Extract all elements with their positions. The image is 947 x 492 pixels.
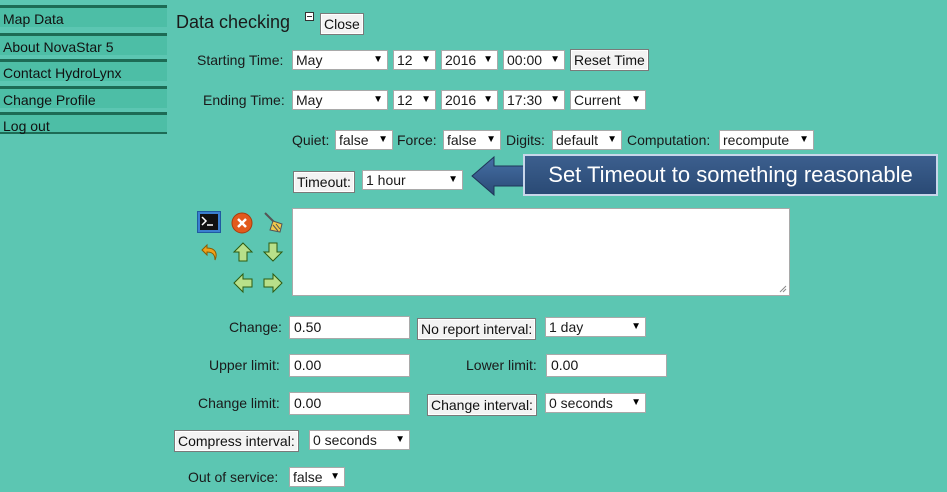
sidebar-item-contact[interactable]: Contact HydroLynx (0, 59, 167, 81)
ending-mode-select[interactable]: Current ▼ (570, 90, 646, 110)
no-report-interval-value: 1 day (549, 319, 584, 335)
reset-time-button[interactable]: Reset Time (570, 49, 649, 71)
sidebar-item-change-profile[interactable]: Change Profile (0, 86, 167, 108)
no-report-interval-select[interactable]: 1 day ▼ (545, 317, 646, 337)
quiet-value: false (339, 132, 369, 148)
force-label: Force: (397, 132, 437, 148)
dropdown-arrow-icon: ▼ (448, 174, 458, 185)
out-of-service-value: false (293, 469, 323, 485)
change-label: Change: (229, 319, 282, 335)
digits-select[interactable]: default ▼ (552, 130, 622, 150)
ending-month-select[interactable]: May ▼ (292, 90, 388, 110)
out-of-service-label: Out of service: (188, 469, 279, 485)
callout-box: Set Timeout to something reasonable (523, 154, 938, 196)
ending-month-value: May (296, 92, 323, 108)
starting-month-select[interactable]: May ▼ (292, 50, 388, 70)
change-input[interactable]: 0.50 (289, 316, 410, 339)
ending-time-select[interactable]: 17:30 ▼ (503, 90, 565, 110)
compress-interval-button[interactable]: Compress interval: (174, 430, 299, 452)
collapse-icon[interactable] (305, 12, 314, 21)
ending-year-select[interactable]: 2016 ▼ (441, 90, 498, 110)
arrow-left-icon[interactable] (232, 272, 254, 294)
close-button[interactable]: Close (320, 13, 364, 35)
change-interval-select[interactable]: 0 seconds ▼ (545, 393, 646, 413)
sidebar-item-map-data[interactable]: Map Data (0, 5, 167, 27)
dropdown-arrow-icon: ▼ (631, 321, 641, 332)
dropdown-arrow-icon: ▼ (799, 134, 809, 145)
upper-limit-input[interactable]: 0.00 (289, 354, 410, 377)
starting-day-select[interactable]: 12 ▼ (393, 50, 436, 70)
terminal-icon[interactable] (197, 211, 221, 233)
force-select[interactable]: false ▼ (443, 130, 501, 150)
sidebar-item-log-out[interactable]: Log out (0, 112, 167, 134)
no-report-interval-button[interactable]: No report interval: (417, 318, 537, 340)
computation-label: Computation: (627, 132, 711, 148)
digits-value: default (556, 132, 599, 148)
dropdown-arrow-icon: ▼ (631, 94, 641, 105)
sidebar-item-about[interactable]: About NovaStar 5 (0, 33, 167, 55)
change-interval-value: 0 seconds (549, 395, 613, 411)
lower-limit-label: Lower limit: (466, 357, 537, 373)
dropdown-arrow-icon: ▼ (373, 54, 383, 65)
change-limit-input[interactable]: 0.00 (289, 392, 410, 415)
starting-year-select[interactable]: 2016 ▼ (441, 50, 498, 70)
lower-limit-input[interactable]: 0.00 (546, 354, 667, 377)
starting-time-value: 00:00 (507, 52, 543, 68)
ending-mode-value: Current (574, 92, 621, 108)
undo-icon[interactable] (199, 241, 221, 263)
timeout-button[interactable]: Timeout: (293, 171, 355, 193)
arrow-right-icon[interactable] (262, 272, 284, 294)
starting-year-value: 2016 (445, 52, 477, 68)
cancel-icon[interactable] (231, 212, 253, 234)
ending-day-select[interactable]: 12 ▼ (393, 90, 436, 110)
timeout-value: 1 hour (366, 172, 406, 188)
dropdown-arrow-icon: ▼ (395, 434, 405, 445)
ending-time-value: 17:30 (507, 92, 543, 108)
digits-label: Digits: (506, 132, 545, 148)
dropdown-arrow-icon: ▼ (421, 94, 431, 105)
dropdown-arrow-icon: ▼ (486, 134, 496, 145)
callout-arrow (471, 155, 529, 197)
dropdown-arrow-icon: ▼ (550, 54, 560, 65)
dropdown-arrow-icon: ▼ (373, 94, 383, 105)
out-of-service-select[interactable]: false ▼ (289, 467, 345, 487)
broom-icon[interactable] (262, 210, 286, 234)
ending-day-value: 12 (397, 92, 413, 108)
dropdown-arrow-icon: ▼ (483, 54, 493, 65)
dropdown-arrow-icon: ▼ (421, 54, 431, 65)
starting-month-value: May (296, 52, 323, 68)
compress-interval-value: 0 seconds (313, 432, 377, 448)
computation-select[interactable]: recompute ▼ (719, 130, 814, 150)
change-limit-label: Change limit: (198, 395, 280, 411)
ending-time-label: Ending Time: (203, 92, 285, 108)
force-value: false (447, 132, 477, 148)
starting-time-select[interactable]: 00:00 ▼ (503, 50, 565, 70)
dropdown-arrow-icon: ▼ (550, 94, 560, 105)
upper-limit-label: Upper limit: (209, 357, 280, 373)
starting-day-value: 12 (397, 52, 413, 68)
arrow-up-icon[interactable] (232, 241, 254, 263)
dropdown-arrow-icon: ▼ (631, 397, 641, 408)
compress-interval-select[interactable]: 0 seconds ▼ (309, 430, 410, 450)
quiet-select[interactable]: false ▼ (335, 130, 393, 150)
arrow-down-icon[interactable] (262, 241, 284, 263)
dropdown-arrow-icon: ▼ (483, 94, 493, 105)
dropdown-arrow-icon: ▼ (607, 134, 617, 145)
resize-grip-icon[interactable] (779, 285, 787, 293)
ending-year-value: 2016 (445, 92, 477, 108)
starting-time-label: Starting Time: (197, 52, 284, 68)
panel-title: Data checking (176, 12, 291, 32)
dropdown-arrow-icon: ▼ (378, 134, 388, 145)
computation-value: recompute (723, 132, 790, 148)
dropdown-arrow-icon: ▼ (330, 471, 340, 482)
timeout-select[interactable]: 1 hour ▼ (362, 170, 463, 190)
expression-textarea[interactable] (292, 208, 790, 296)
change-interval-button[interactable]: Change interval: (427, 394, 537, 416)
quiet-label: Quiet: (292, 132, 330, 148)
